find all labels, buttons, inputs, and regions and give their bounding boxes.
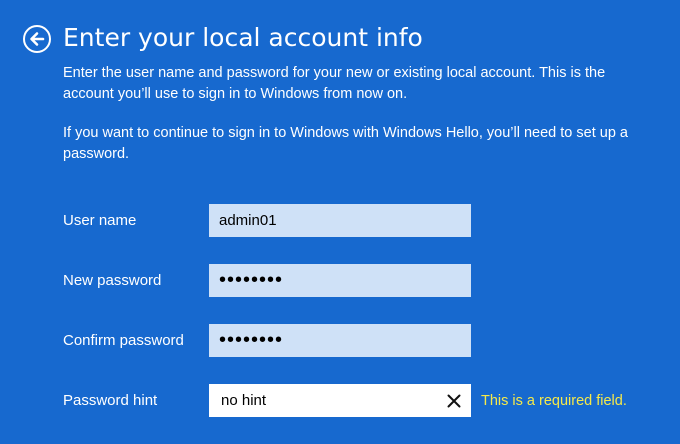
- password-hint-input[interactable]: [209, 384, 471, 417]
- description-paragraph-2: If you want to continue to sign in to Wi…: [63, 125, 628, 162]
- confirm-password-label: Confirm password: [63, 332, 184, 349]
- back-button[interactable]: [23, 25, 51, 53]
- page-title: Enter your local account info: [63, 23, 423, 52]
- username-label: User name: [63, 212, 137, 229]
- clear-button[interactable]: [440, 389, 468, 413]
- description-paragraph-1: Enter the user name and password for you…: [63, 65, 606, 102]
- new-password-input[interactable]: [209, 264, 471, 297]
- password-hint-label: Password hint: [63, 392, 158, 409]
- close-icon: [447, 394, 461, 408]
- confirm-password-input[interactable]: [209, 324, 471, 357]
- username-input[interactable]: [209, 204, 471, 237]
- back-arrow-icon: [30, 32, 45, 46]
- error-message: This is a required field.: [481, 393, 627, 409]
- new-password-label: New password: [63, 272, 162, 289]
